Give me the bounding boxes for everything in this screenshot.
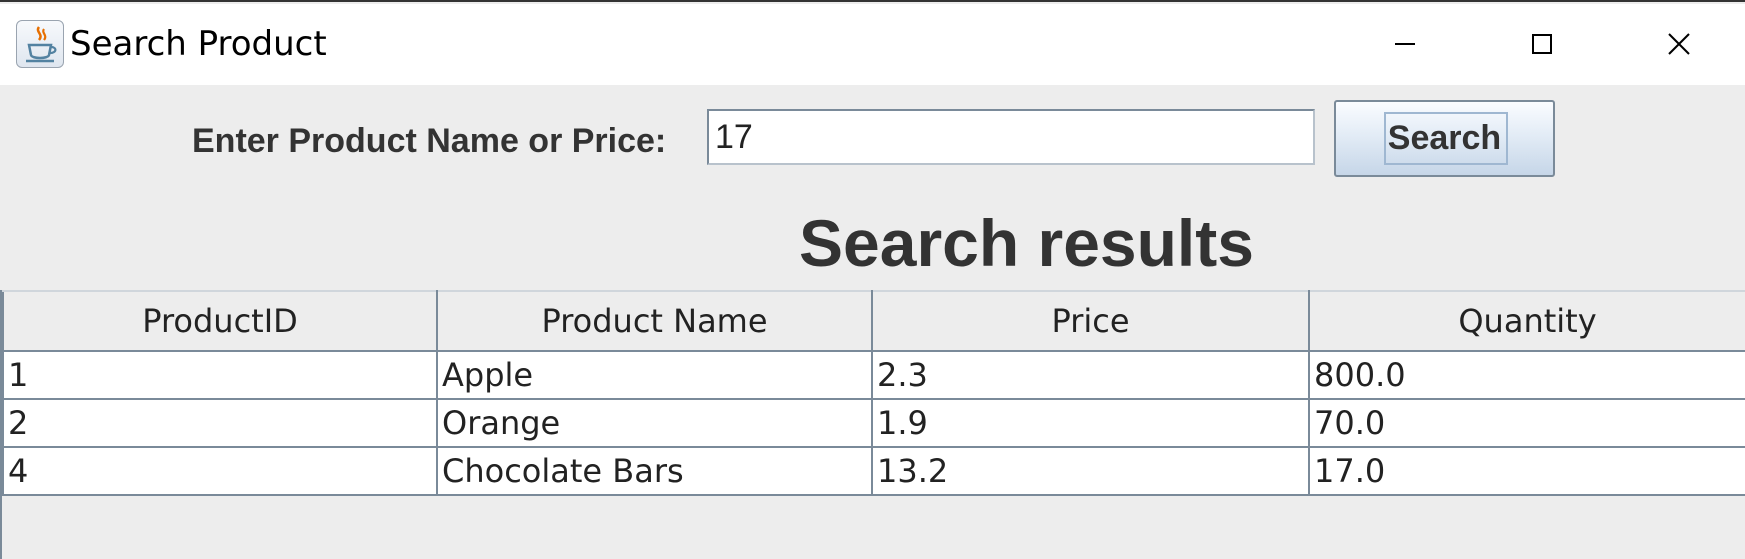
results-table: ProductID Product Name Price Quantity 1 … [2,290,1745,496]
column-header-quantity[interactable]: Quantity [1308,290,1745,352]
maximize-button[interactable] [1497,16,1587,72]
search-input[interactable] [707,109,1315,165]
search-button[interactable]: Search [1334,100,1555,177]
minimize-button[interactable] [1360,16,1450,72]
title-bar[interactable]: Search Product [0,4,1745,85]
table-row[interactable]: 1 Apple 2.3 800.0 [2,350,1745,400]
cell-product-id[interactable]: 1 [2,350,438,400]
cell-product-name[interactable]: Orange [436,398,873,448]
cell-price[interactable]: 13.2 [871,446,1310,496]
cell-quantity[interactable]: 70.0 [1308,398,1745,448]
results-heading: Search results [799,206,1254,280]
cell-quantity[interactable]: 17.0 [1308,446,1745,496]
results-table-panel[interactable]: ProductID Product Name Price Quantity 1 … [0,290,1745,559]
cell-product-id[interactable]: 2 [2,398,438,448]
search-button-label: Search [1387,119,1502,157]
cell-product-name[interactable]: Apple [436,350,873,400]
column-header-product-name[interactable]: Product Name [436,290,873,352]
table-header-row: ProductID Product Name Price Quantity [2,290,1745,352]
app-window: Search Product Enter Product Name or Pri… [0,0,1745,559]
cell-price[interactable]: 2.3 [871,350,1310,400]
cell-price[interactable]: 1.9 [871,398,1310,448]
column-header-product-id[interactable]: ProductID [2,290,438,352]
minimize-icon [1395,43,1415,45]
window-title: Search Product [70,24,327,64]
cell-product-id[interactable]: 4 [2,446,438,496]
cell-quantity[interactable]: 800.0 [1308,350,1745,400]
table-row[interactable]: 4 Chocolate Bars 13.2 17.0 [2,446,1745,496]
close-icon [1668,33,1690,55]
close-button[interactable] [1634,16,1724,72]
column-header-price[interactable]: Price [871,290,1310,352]
maximize-icon [1532,34,1552,54]
search-label: Enter Product Name or Price: [192,122,667,160]
java-cup-icon[interactable] [16,20,64,68]
cell-product-name[interactable]: Chocolate Bars [436,446,873,496]
table-row[interactable]: 2 Orange 1.9 70.0 [2,398,1745,448]
